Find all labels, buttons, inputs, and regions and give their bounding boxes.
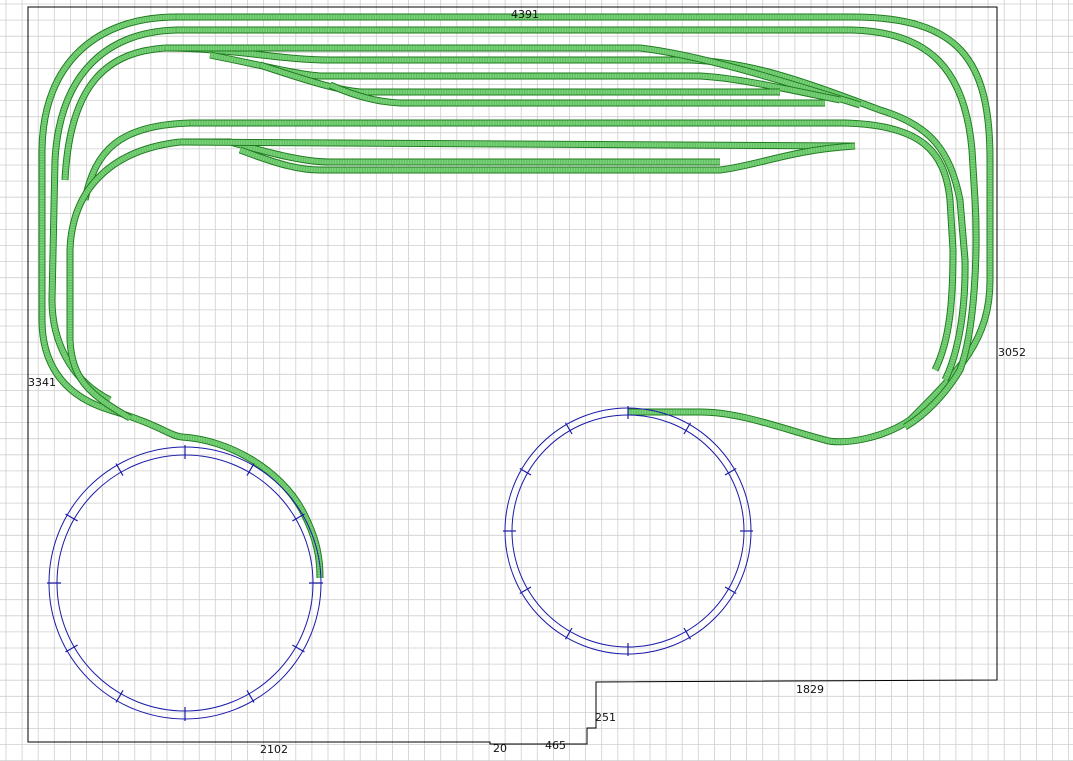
dimension-bottom-left: 2102 <box>260 743 288 756</box>
room-outline <box>27 6 998 745</box>
turntable-right <box>503 406 753 656</box>
turntable-right-ticks <box>503 406 753 656</box>
track-network <box>38 13 994 579</box>
background-grid <box>0 0 1073 761</box>
dimension-bottom-right: 1829 <box>796 683 824 696</box>
track-plan-canvas: 4391 3052 3341 2102 20 465 251 1829 <box>0 0 1073 761</box>
dimension-step-vertical: 251 <box>595 711 616 724</box>
dimension-right: 3052 <box>998 346 1026 359</box>
dimension-top: 4391 <box>511 8 539 21</box>
dimension-bottom-middle: 465 <box>545 739 566 752</box>
dimension-left: 3341 <box>28 376 56 389</box>
dimension-bottom-step: 20 <box>493 742 507 755</box>
